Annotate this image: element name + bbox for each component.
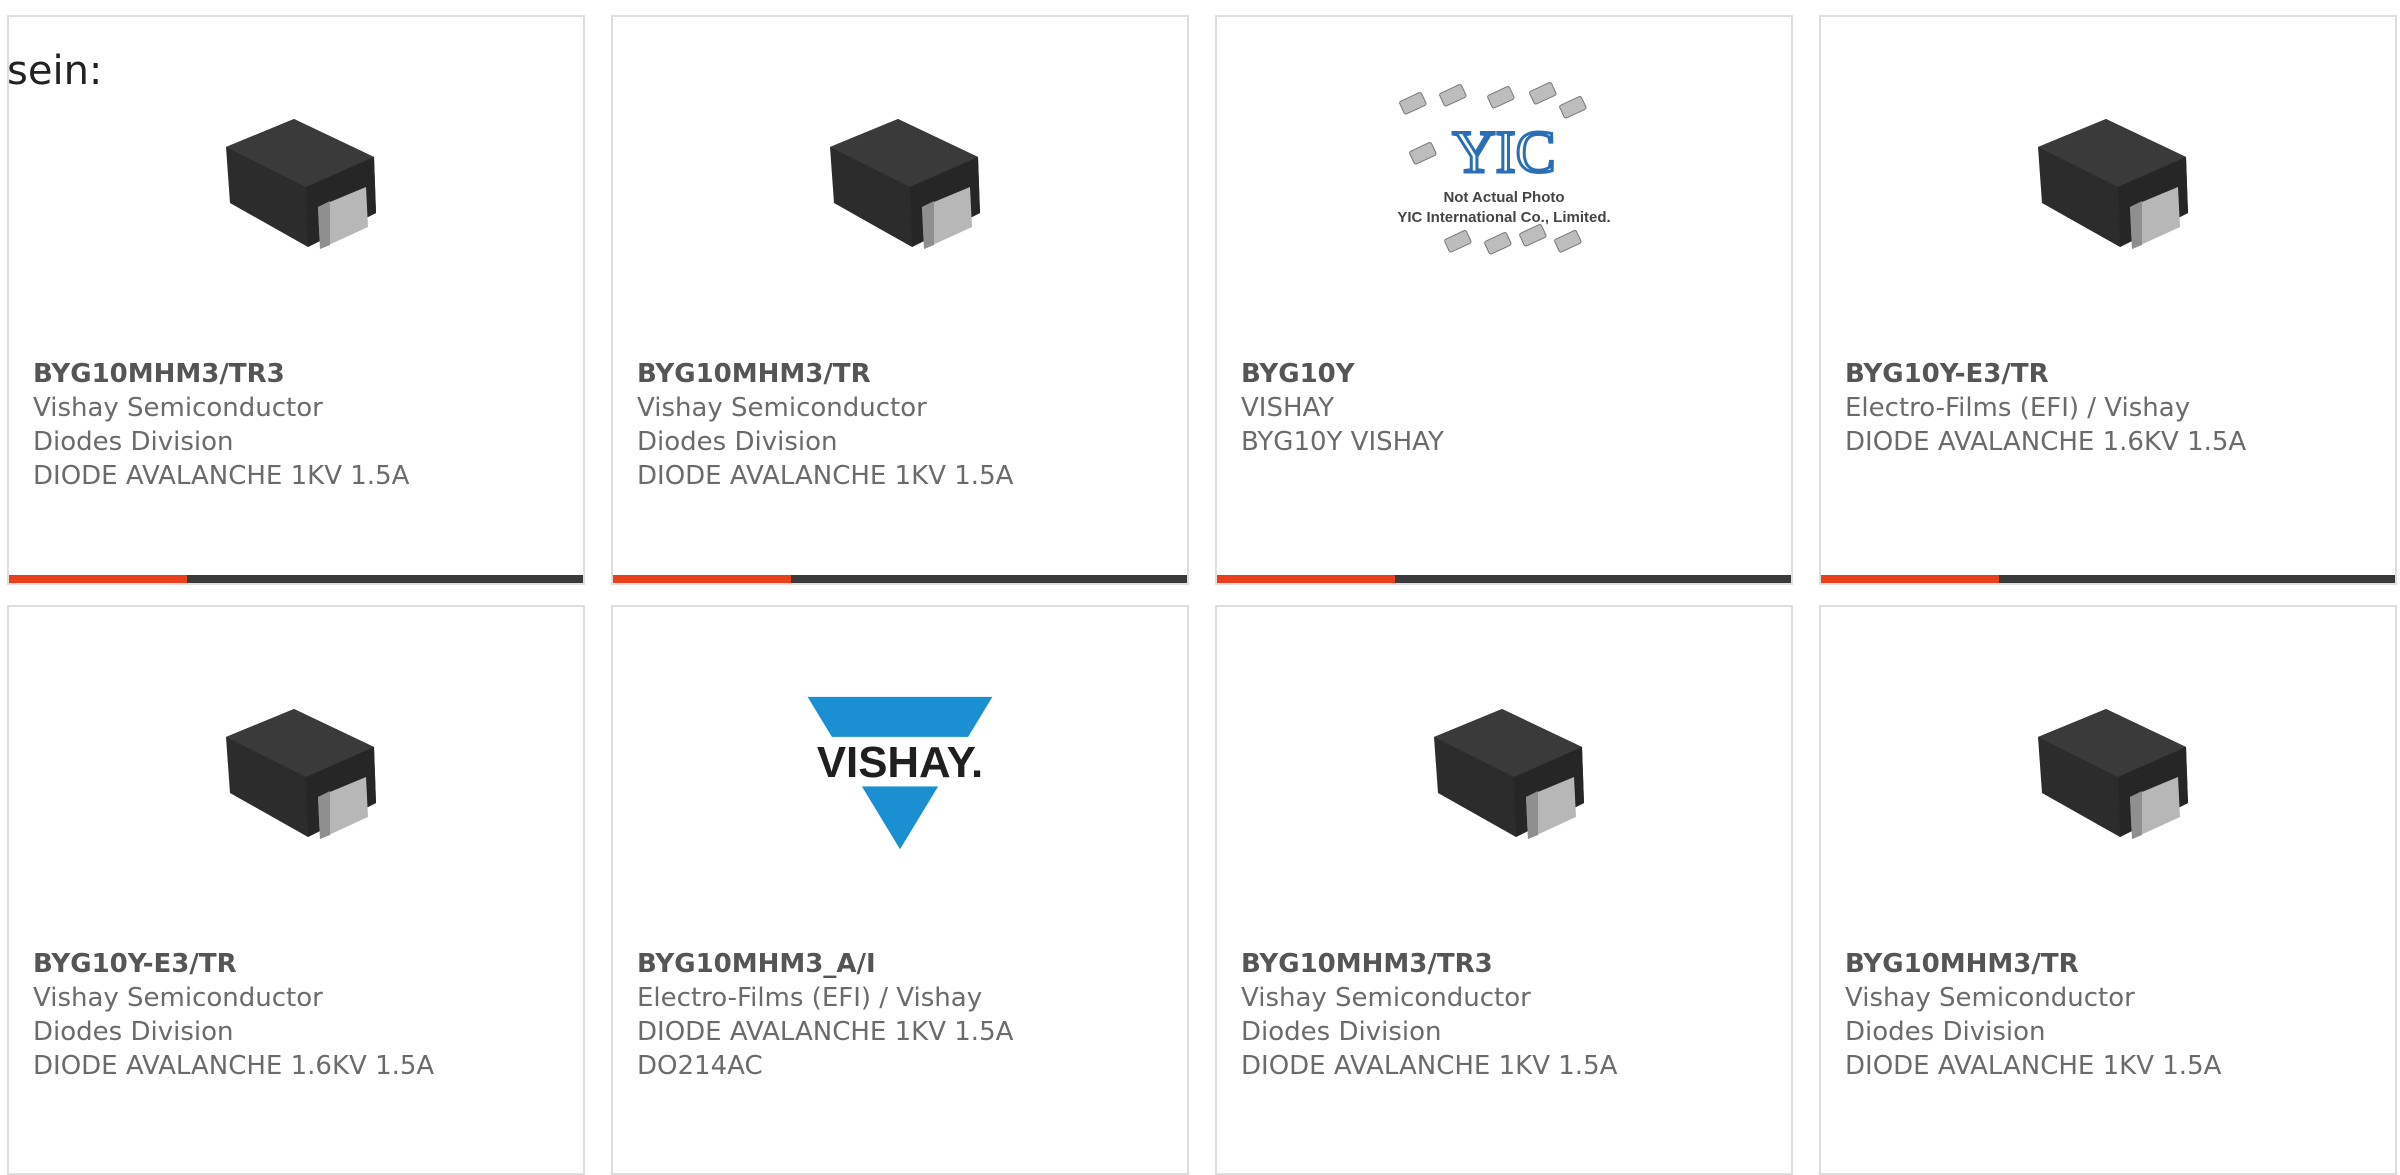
product-description: DIODE AVALANCHE 1KV 1.5A	[637, 1017, 1014, 1047]
yic-caption-1: Not Actual Photo	[1443, 189, 1564, 206]
product-card[interactable]: BYG10Y-E3/TR Electro-Films (EFI) / Vishay…	[1819, 15, 2397, 585]
product-description: DIODE AVALANCHE 1.6KV 1.5A	[1845, 427, 2247, 457]
manufacturer-name: Electro-Films (EFI) / Vishay	[637, 983, 983, 1013]
diode-package-image[interactable]	[2008, 85, 2208, 285]
product-info: BYG10MHM3_A/I Electro-Films (EFI) / Visha…	[637, 947, 1157, 1083]
carousel-progress-fill	[1821, 575, 1999, 583]
yic-caption-2: YIC International Co., Limited.	[1397, 209, 1610, 226]
diode-package-image[interactable]	[1404, 675, 1604, 875]
product-card[interactable]: BYG10MHM3/TR3 Vishay Semiconductor Diodes…	[7, 15, 585, 585]
carousel-progress-fill	[9, 575, 187, 583]
product-card[interactable]: YIC Not Actual Photo YIC International Co.…	[1215, 15, 1793, 585]
part-number-link[interactable]: BYG10MHM3/TR3	[33, 357, 553, 391]
manufacturer-name: Electro-Films (EFI) / Vishay	[1845, 393, 2191, 423]
manufacturer-name: Vishay Semiconductor Diodes Division	[33, 393, 323, 457]
carousel-progress-bar	[1821, 575, 2395, 583]
product-card[interactable]: VISHAY. BYG10MHM3_A/I Electro-Films (EFI) …	[611, 605, 1189, 1175]
carousel-progress-fill	[613, 575, 791, 583]
product-description: DIODE AVALANCHE 1KV 1.5A	[33, 461, 410, 491]
product-description: DO214AC	[637, 1051, 763, 1081]
product-description: DIODE AVALANCHE 1KV 1.5A	[1241, 1051, 1618, 1081]
manufacturer-name: Vishay Semiconductor Diodes Division	[637, 393, 927, 457]
product-info: BYG10MHM3/TR3 Vishay Semiconductor Diodes…	[33, 357, 553, 493]
diode-package-image[interactable]	[196, 675, 396, 875]
carousel-progress-fill	[1217, 575, 1395, 583]
product-info: BYG10Y VISHAY BYG10Y VISHAY	[1241, 357, 1761, 459]
manufacturer-name: Vishay Semiconductor Diodes Division	[1845, 983, 2135, 1047]
carousel-progress-bar	[1217, 575, 1791, 583]
diode-package-image[interactable]	[2008, 675, 2208, 875]
product-description: DIODE AVALANCHE 1.6KV 1.5A	[33, 1051, 435, 1081]
manufacturer-name: Vishay Semiconductor Diodes Division	[33, 983, 323, 1047]
diode-package-image[interactable]	[196, 85, 396, 285]
product-card[interactable]: BYG10MHM3/TR Vishay Semiconductor Diodes …	[611, 15, 1189, 585]
product-info: BYG10MHM3/TR3 Vishay Semiconductor Diodes…	[1241, 947, 1761, 1083]
manufacturer-name: Vishay Semiconductor Diodes Division	[1241, 983, 1531, 1047]
product-info: BYG10Y-E3/TR Vishay Semiconductor Diodes …	[33, 947, 553, 1083]
manufacturer-name: VISHAY	[1241, 393, 1335, 423]
carousel-progress-bar	[613, 575, 1187, 583]
product-grid: BYG10MHM3/TR3 Vishay Semiconductor Diodes…	[0, 0, 2400, 1175]
part-number-link[interactable]: BYG10Y	[1241, 357, 1761, 391]
part-number-link[interactable]: BYG10Y-E3/TR	[1845, 357, 2365, 391]
yic-placeholder-image[interactable]: YIC Not Actual Photo YIC International Co.…	[1364, 67, 1644, 317]
product-info: BYG10Y-E3/TR Electro-Films (EFI) / Vishay…	[1845, 357, 2365, 459]
carousel-progress-bar	[9, 575, 583, 583]
product-description: BYG10Y VISHAY	[1241, 427, 1444, 457]
diode-package-image[interactable]	[800, 85, 1000, 285]
vishay-logo-text: VISHAY.	[817, 738, 983, 787]
part-number-link[interactable]: BYG10Y-E3/TR	[33, 947, 553, 981]
product-info: BYG10MHM3/TR Vishay Semiconductor Diodes …	[637, 357, 1157, 493]
vishay-logo-image[interactable]: VISHAY.	[800, 675, 1000, 875]
product-description: DIODE AVALANCHE 1KV 1.5A	[1845, 1051, 2222, 1081]
product-description: DIODE AVALANCHE 1KV 1.5A	[637, 461, 1014, 491]
part-number-link[interactable]: BYG10MHM3_A/I	[637, 947, 1157, 981]
product-card[interactable]: BYG10MHM3/TR3 Vishay Semiconductor Diodes…	[1215, 605, 1793, 1175]
product-info: BYG10MHM3/TR Vishay Semiconductor Diodes …	[1845, 947, 2365, 1083]
part-number-link[interactable]: BYG10MHM3/TR	[1845, 947, 2365, 981]
part-number-link[interactable]: BYG10MHM3/TR	[637, 357, 1157, 391]
product-card[interactable]: BYG10Y-E3/TR Vishay Semiconductor Diodes …	[7, 605, 585, 1175]
product-card[interactable]: BYG10MHM3/TR Vishay Semiconductor Diodes …	[1819, 605, 2397, 1175]
part-number-link[interactable]: BYG10MHM3/TR3	[1241, 947, 1761, 981]
intro-text: sein:	[7, 48, 103, 94]
yic-logo-text: YIC	[1452, 119, 1555, 185]
